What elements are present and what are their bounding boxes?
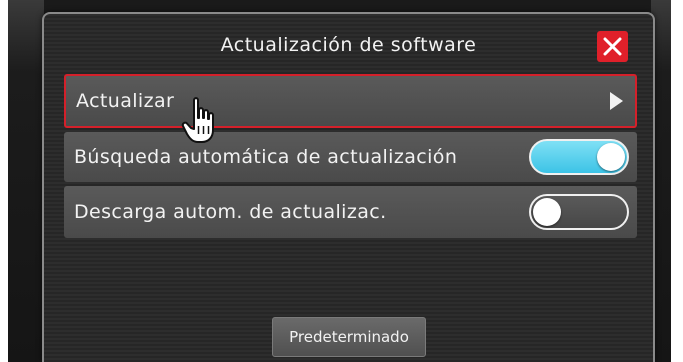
auto-download-label: Descarga autom. de actualizac. bbox=[74, 201, 387, 223]
software-update-dialog: Actualización de software Actualizar Bús… bbox=[42, 12, 655, 362]
update-label: Actualizar bbox=[76, 90, 175, 112]
update-row[interactable]: Actualizar bbox=[64, 74, 637, 128]
auto-search-row[interactable]: Búsqueda automática de actualización bbox=[64, 132, 637, 182]
dialog-title: Actualización de software bbox=[220, 34, 477, 56]
close-icon bbox=[603, 37, 622, 56]
close-button[interactable] bbox=[597, 31, 628, 62]
toggle-knob bbox=[597, 143, 625, 171]
screen: Actualización de software Actualizar Bús… bbox=[0, 0, 683, 362]
default-button[interactable]: Predeterminado bbox=[272, 317, 426, 357]
background-strip-left bbox=[8, 0, 44, 362]
hand-pointer-icon bbox=[181, 97, 214, 143]
auto-search-label: Búsqueda automática de actualización bbox=[74, 146, 458, 168]
toggle-knob bbox=[533, 198, 561, 226]
chevron-right-icon bbox=[610, 92, 623, 110]
auto-download-toggle[interactable] bbox=[529, 194, 629, 230]
auto-download-row[interactable]: Descarga autom. de actualizac. bbox=[64, 186, 637, 238]
auto-search-toggle[interactable] bbox=[529, 139, 629, 175]
